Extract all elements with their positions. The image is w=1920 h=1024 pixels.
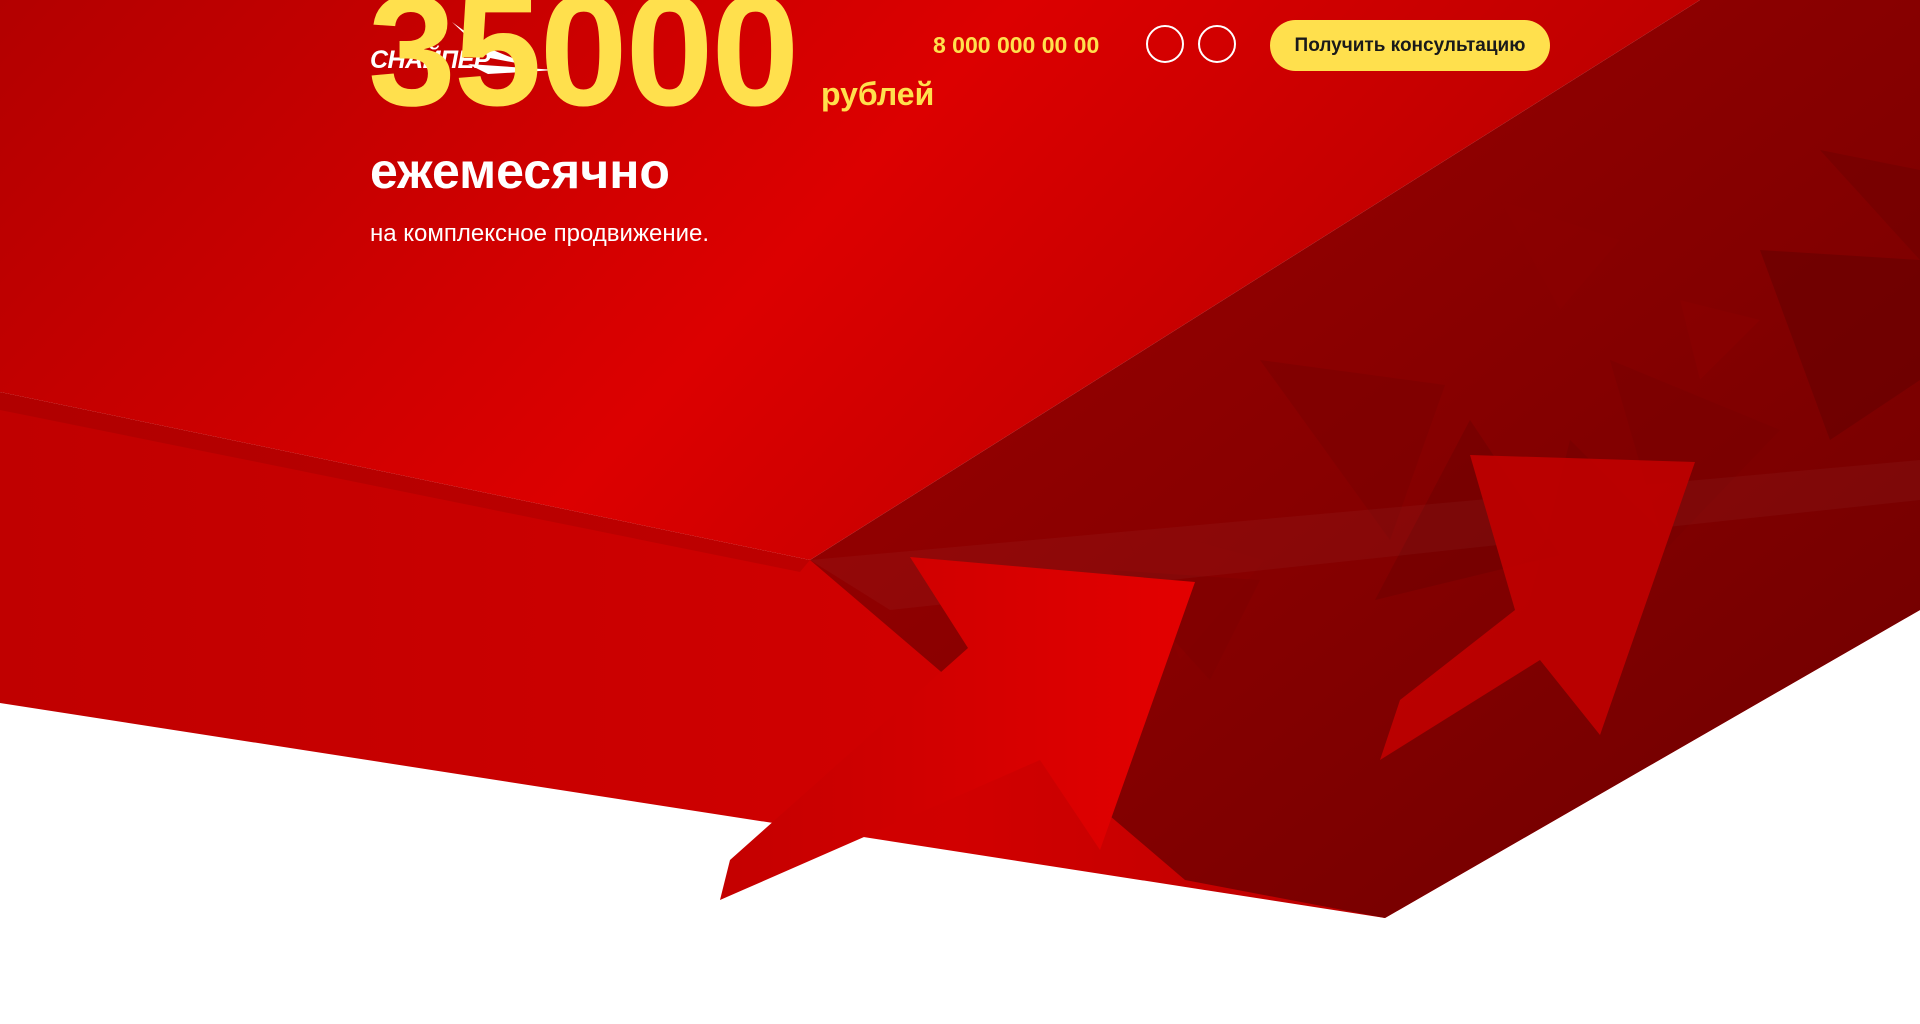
price-period: ежемесячно xyxy=(370,143,670,199)
social-icon[interactable] xyxy=(1146,25,1184,63)
price-amount: 35000 xyxy=(368,0,799,139)
price-currency: рублей xyxy=(821,76,935,112)
social-icon[interactable] xyxy=(1198,25,1236,63)
phone-link[interactable]: 8 000 000 00 00 xyxy=(933,34,1099,57)
hero-background xyxy=(0,0,1920,918)
price-caption: на комплексное продвижение. xyxy=(370,220,710,247)
consultation-button[interactable]: Получить консультацию xyxy=(1270,20,1550,71)
